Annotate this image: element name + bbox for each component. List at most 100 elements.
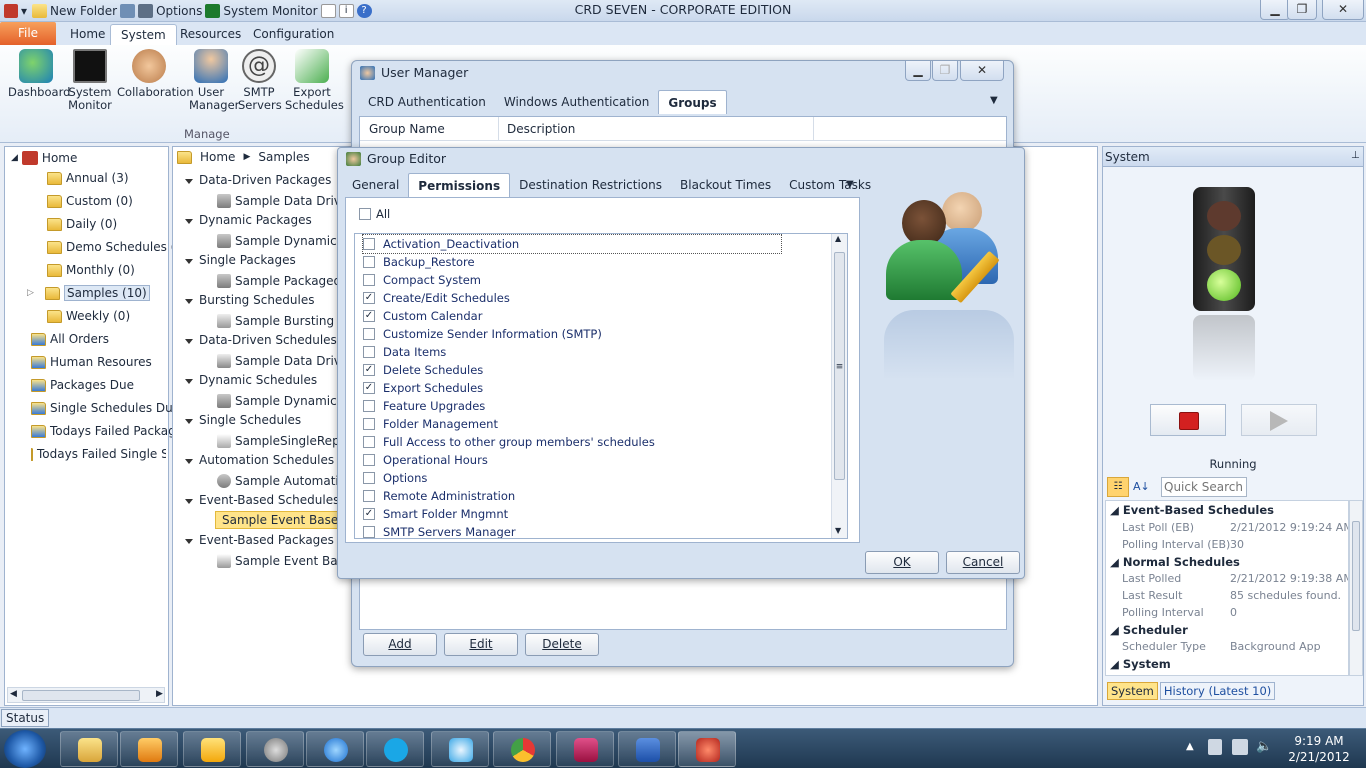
- category-header[interactable]: Event-Based Packages: [185, 533, 334, 547]
- property-row[interactable]: Scheduler Type Background App: [1106, 640, 1346, 657]
- permission-checkbox[interactable]: [363, 328, 375, 340]
- smart-folder[interactable]: All Orders: [31, 330, 109, 348]
- tab-permissions[interactable]: Permissions: [408, 173, 511, 197]
- tab-resources[interactable]: Resources: [170, 24, 251, 45]
- permission-item[interactable]: Backup_Restore: [363, 253, 475, 271]
- tab-home[interactable]: Home: [60, 24, 115, 45]
- tab-history[interactable]: History (Latest 10): [1159, 682, 1276, 700]
- permission-item[interactable]: Activation_Deactivation: [362, 234, 782, 254]
- categorized-view-icon[interactable]: ☷: [1107, 477, 1129, 497]
- taskbar-explorer[interactable]: [60, 731, 118, 767]
- maximize-button[interactable]: ❐: [1287, 0, 1317, 20]
- tab-destination-restrictions[interactable]: Destination Restrictions: [510, 173, 671, 197]
- taskbar-skype[interactable]: [366, 731, 424, 767]
- breadcrumb-current[interactable]: Samples: [258, 150, 309, 164]
- permission-checkbox[interactable]: [363, 382, 375, 394]
- property-grid-scrollbar[interactable]: [1349, 500, 1363, 676]
- dashboard-button[interactable]: Dashboard: [8, 49, 70, 99]
- section-normal[interactable]: ◢ Normal Schedules: [1110, 555, 1240, 569]
- property-row[interactable]: Last Polled 2/21/2012 9:19:38 AM: [1106, 572, 1348, 589]
- smart-folder[interactable]: Packages Due: [31, 376, 134, 394]
- collapse-icon[interactable]: [185, 459, 193, 464]
- user-manager-button[interactable]: User Manager: [189, 49, 239, 112]
- scroll-right-icon[interactable]: ▶: [156, 689, 163, 699]
- permission-checkbox[interactable]: [363, 436, 375, 448]
- taskbar-media-player[interactable]: [120, 731, 178, 767]
- collapse-icon[interactable]: [185, 299, 193, 304]
- tab-windows-authentication[interactable]: Windows Authentication: [495, 90, 658, 114]
- collapse-icon[interactable]: [185, 419, 193, 424]
- scroll-thumb[interactable]: ≡: [834, 252, 845, 480]
- list-item[interactable]: SampleSingleRepor: [217, 432, 352, 450]
- permission-item[interactable]: Options: [363, 469, 427, 487]
- tree-folder[interactable]: Custom (0): [47, 192, 133, 210]
- permission-item[interactable]: Delete Schedules: [363, 361, 483, 379]
- scroll-up-icon[interactable]: ▲: [835, 234, 841, 243]
- tree-home[interactable]: ◢ Home: [11, 149, 77, 167]
- collapse-icon[interactable]: [185, 259, 193, 264]
- close-button[interactable]: ✕: [1322, 0, 1364, 20]
- category-header[interactable]: Dynamic Schedules: [185, 373, 317, 387]
- category-header[interactable]: Automation Schedules: [185, 453, 334, 467]
- taskbar-app[interactable]: [431, 731, 489, 767]
- tab-groups[interactable]: Groups: [658, 90, 727, 114]
- tray-clock[interactable]: 9:19 AM 2/21/2012: [1280, 733, 1358, 765]
- collapse-icon[interactable]: [185, 499, 193, 504]
- tabs-dropdown-icon[interactable]: ▼: [846, 179, 854, 190]
- collapse-icon[interactable]: [185, 379, 193, 384]
- permission-checkbox[interactable]: [363, 256, 375, 268]
- taskbar-outlook[interactable]: [183, 731, 241, 767]
- permission-checkbox[interactable]: [363, 526, 375, 538]
- expand-icon[interactable]: ▷: [27, 288, 41, 298]
- permission-checkbox[interactable]: [363, 292, 375, 304]
- taskbar-word[interactable]: [618, 731, 676, 767]
- permission-checkbox[interactable]: [363, 364, 375, 376]
- property-row[interactable]: Last Result 85 schedules found.: [1106, 589, 1346, 606]
- taskbar-access[interactable]: [556, 731, 614, 767]
- category-header[interactable]: Data-Driven Schedules: [185, 333, 337, 347]
- section-system[interactable]: ◢ System: [1110, 657, 1171, 671]
- list-item[interactable]: Sample Data Driven: [217, 352, 356, 370]
- system-monitor-button[interactable]: System Monitor: [68, 49, 112, 112]
- smart-folder[interactable]: Single Schedules Due: [31, 399, 180, 417]
- section-scheduler[interactable]: ◢ Scheduler: [1110, 623, 1188, 637]
- tab-file[interactable]: File: [0, 22, 56, 45]
- property-row[interactable]: Last Poll (EB) 2/21/2012 9:19:24 AM: [1106, 521, 1348, 538]
- export-schedules-button[interactable]: Export Schedules: [285, 49, 344, 112]
- section-event-based[interactable]: ◢ Event-Based Schedules: [1110, 503, 1274, 517]
- taskbar-crd[interactable]: [678, 731, 736, 767]
- dialog-close-button[interactable]: ✕: [960, 61, 1004, 81]
- category-header[interactable]: Dynamic Packages: [185, 213, 312, 227]
- sort-alpha-icon[interactable]: A↓: [1133, 477, 1155, 497]
- permissions-scrollbar[interactable]: ▲ ≡ ▼: [831, 234, 847, 538]
- collapse-icon[interactable]: [185, 539, 193, 544]
- property-row[interactable]: Polling Interval (EB) 30: [1106, 538, 1346, 555]
- tray-device-icon[interactable]: [1208, 739, 1222, 755]
- collapse-icon[interactable]: [185, 339, 193, 344]
- tab-system-panel[interactable]: System: [1107, 682, 1158, 700]
- smtp-servers-button[interactable]: @ SMTP Servers: [238, 49, 282, 112]
- permission-item[interactable]: Smart Folder Mngmnt: [363, 505, 508, 523]
- quick-search-input[interactable]: [1161, 477, 1247, 497]
- scroll-thumb[interactable]: [1352, 521, 1360, 631]
- collapse-icon[interactable]: [185, 179, 193, 184]
- permission-item[interactable]: Remote Administration: [363, 487, 515, 505]
- tree-folder[interactable]: Annual (3): [47, 169, 129, 187]
- taskbar-internet-explorer[interactable]: [306, 731, 364, 767]
- start-orb-icon[interactable]: [4, 730, 46, 768]
- taskbar-chrome[interactable]: [493, 731, 551, 767]
- permission-checkbox[interactable]: [363, 472, 375, 484]
- scroll-down-icon[interactable]: ▼: [835, 526, 841, 535]
- breadcrumb-home[interactable]: Home: [200, 150, 235, 164]
- delete-button[interactable]: Delete: [525, 633, 599, 656]
- tree-folder[interactable]: Demo Schedules (0): [47, 238, 188, 256]
- tray-network-icon[interactable]: [1232, 739, 1248, 755]
- all-checkbox[interactable]: All: [359, 207, 390, 221]
- tabs-dropdown-icon[interactable]: ▼: [990, 95, 998, 106]
- permission-item[interactable]: Data Items: [363, 343, 446, 361]
- permission-item[interactable]: Folder Management: [363, 415, 498, 433]
- permission-item[interactable]: Full Access to other group members' sche…: [363, 433, 655, 451]
- permission-checkbox[interactable]: [363, 508, 375, 520]
- category-header[interactable]: Bursting Schedules: [185, 293, 315, 307]
- tab-crd-authentication[interactable]: CRD Authentication: [359, 90, 495, 114]
